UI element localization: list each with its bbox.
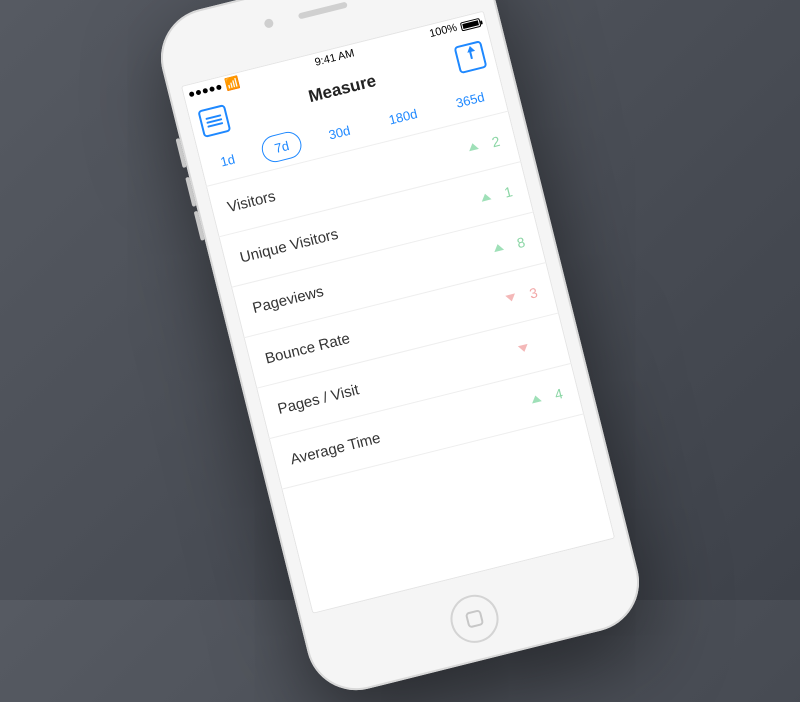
metric-label: Pages / Visit <box>276 381 361 418</box>
trend-up-icon <box>530 394 541 403</box>
phone-camera <box>263 18 274 29</box>
trend-down-icon <box>505 293 516 302</box>
trend-up-icon <box>480 192 491 201</box>
menu-button[interactable] <box>197 104 231 138</box>
metric-value <box>536 342 550 345</box>
metric-value: 3 <box>522 284 539 303</box>
trend-up-icon <box>468 142 479 151</box>
page-title: Measure <box>307 71 379 107</box>
phone-speaker <box>298 2 348 20</box>
metric-value: 2 <box>484 132 501 151</box>
metric-value: 8 <box>509 233 526 252</box>
trend-down-icon <box>518 344 529 353</box>
metric-value: 4 <box>547 385 564 404</box>
range-180d[interactable]: 180d <box>374 98 431 135</box>
range-30d[interactable]: 30d <box>314 115 364 150</box>
battery-icon <box>460 17 482 31</box>
menu-icon <box>205 112 224 129</box>
range-7d[interactable]: 7d <box>259 129 305 165</box>
screen: 📶 9:41 AM 100% Measure 1d 7d 30d 180d <box>181 11 615 614</box>
trend-up-icon <box>493 243 504 252</box>
phone-frame: 📶 9:41 AM 100% Measure 1d 7d 30d 180d <box>150 0 649 701</box>
range-365d[interactable]: 365d <box>442 81 499 118</box>
metric-value: 1 <box>496 183 513 202</box>
metrics-list: Visitors 2 Unique Visitors 1 Pageviews 8 <box>206 111 615 613</box>
metric-label: Visitors <box>226 188 278 216</box>
home-icon <box>465 609 484 628</box>
share-button[interactable] <box>454 40 488 74</box>
metric-label: Bounce Rate <box>263 330 351 367</box>
signal-dots-icon <box>189 84 222 97</box>
metric-label: Unique Visitors <box>238 226 340 267</box>
metric-label: Pageviews <box>251 283 326 317</box>
share-icon <box>462 49 479 66</box>
home-button[interactable] <box>445 590 503 648</box>
metric-label: Average Time <box>289 430 383 469</box>
range-1d[interactable]: 1d <box>206 144 249 178</box>
wifi-icon: 📶 <box>223 75 241 92</box>
